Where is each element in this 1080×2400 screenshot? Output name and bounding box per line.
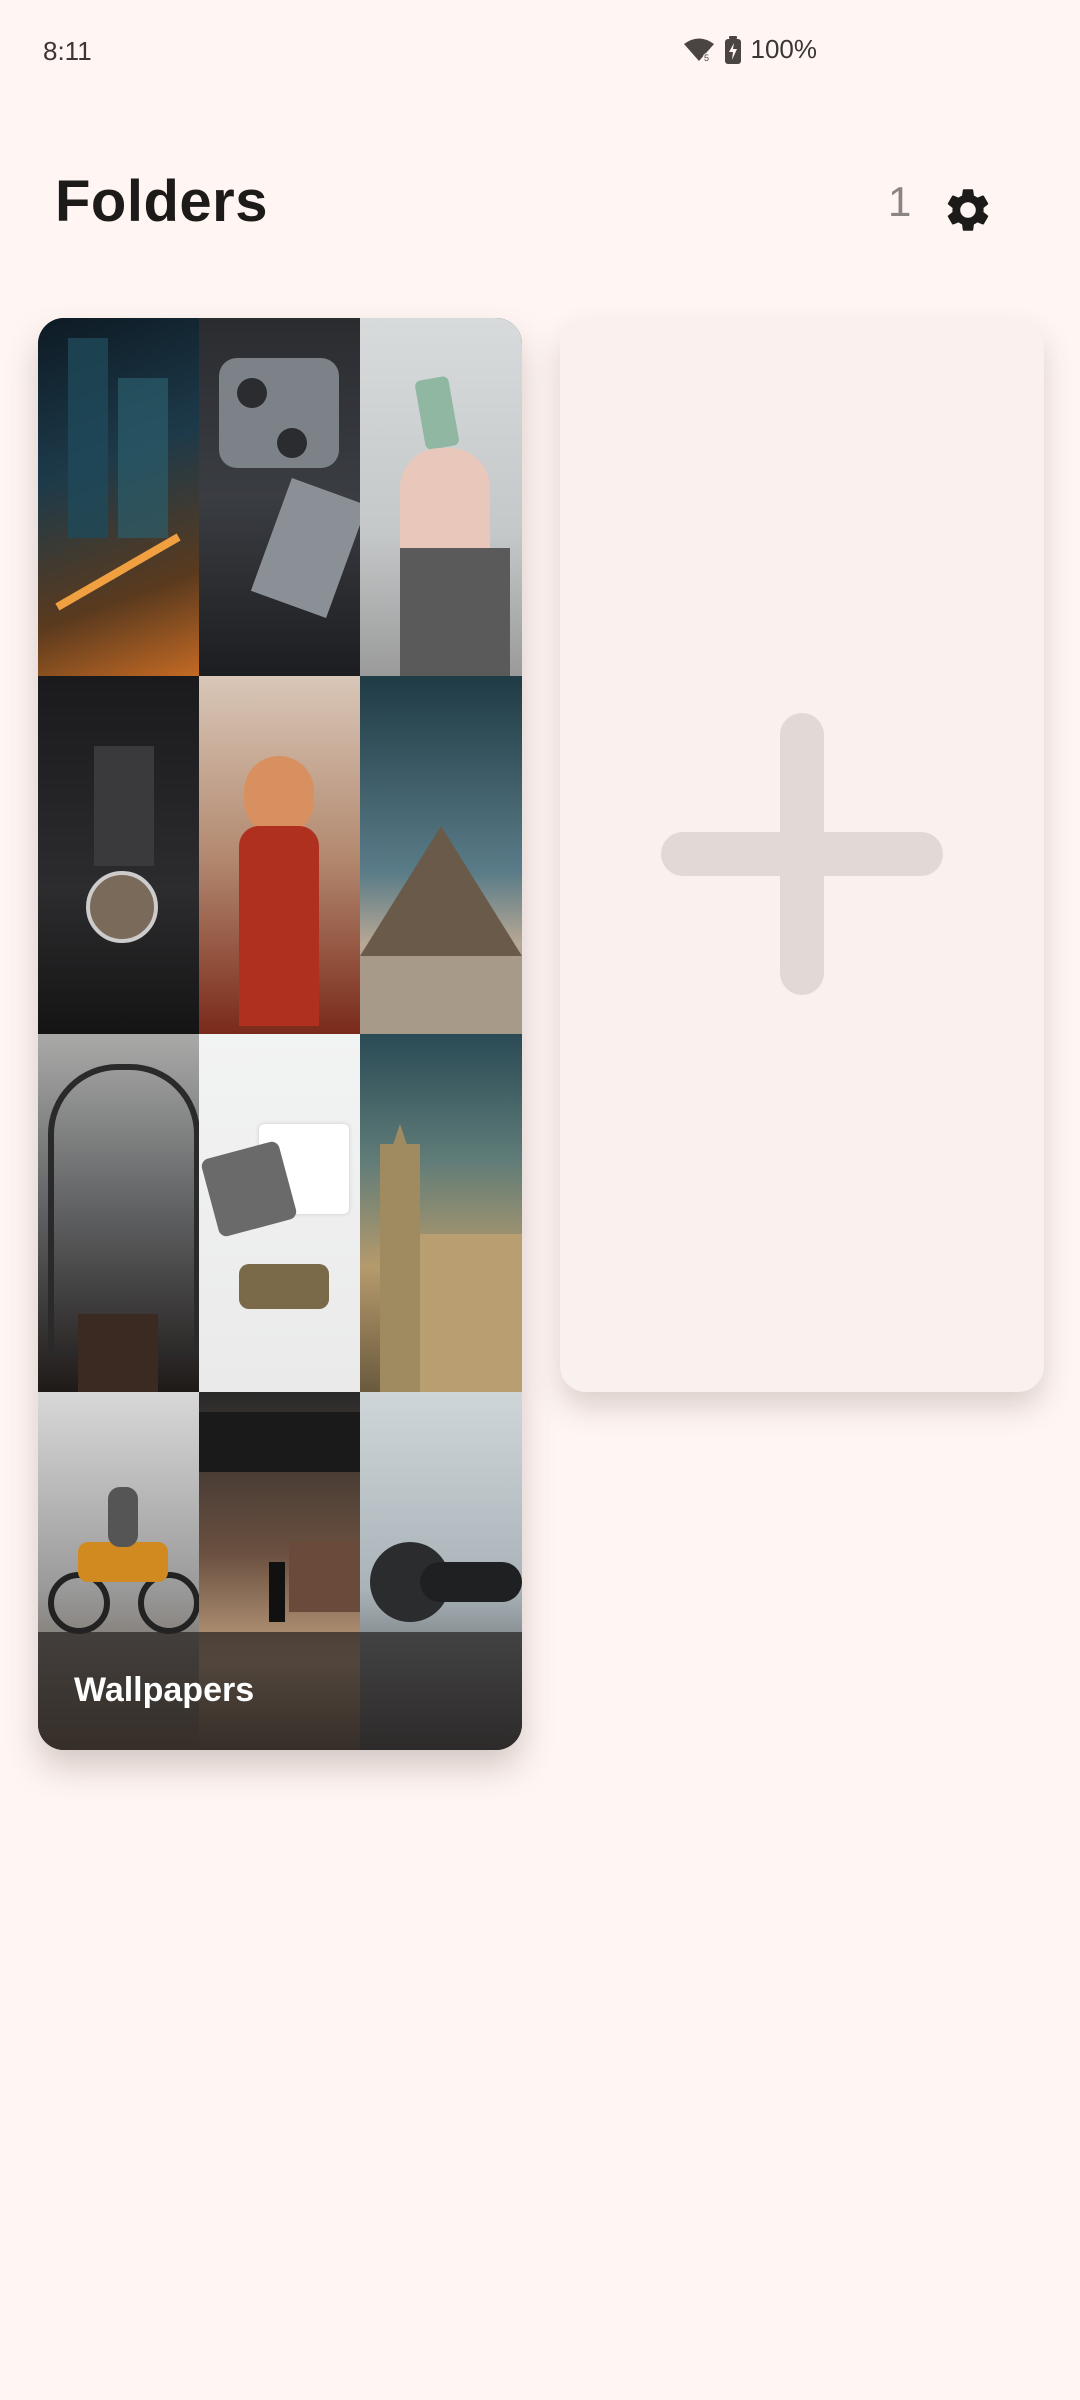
folder-count: 1 — [888, 178, 912, 225]
battery-level: 100% — [750, 34, 818, 64]
svg-text:5: 5 — [704, 53, 709, 63]
thumbnail-pyramid — [360, 676, 522, 1034]
thumbnail-city-night — [38, 318, 199, 676]
plus-icon — [661, 713, 943, 995]
thumbnail-clothes-boots — [199, 1034, 360, 1392]
wifi-icon: 5 — [683, 37, 715, 63]
battery-charging-icon — [724, 35, 741, 64]
thumbnail-gothic-building — [360, 1034, 522, 1392]
add-folder-button[interactable] — [560, 318, 1044, 1392]
folder-card-wallpapers[interactable]: Wallpapers — [38, 318, 522, 1750]
thumbnail-glass-tunnel — [38, 1034, 199, 1392]
thumbnail-anime-girl — [199, 676, 360, 1034]
settings-button[interactable] — [930, 172, 1006, 248]
folder-name: Wallpapers — [74, 1671, 255, 1709]
thumbnail-mirror-interior — [38, 676, 199, 1034]
status-time: 8:11 — [43, 36, 92, 66]
thumbnail-drone-controller — [199, 318, 360, 676]
thumbnail-hand-crystal — [360, 318, 522, 676]
gear-icon — [947, 189, 989, 231]
status-icons: 5 100% — [683, 34, 818, 65]
folder-card-footer: Wallpapers — [38, 1632, 522, 1750]
status-bar: 8:11 5 100% — [0, 0, 1080, 110]
folder-thumbnail-grid — [38, 318, 522, 1750]
page-title: Folders — [55, 169, 268, 234]
